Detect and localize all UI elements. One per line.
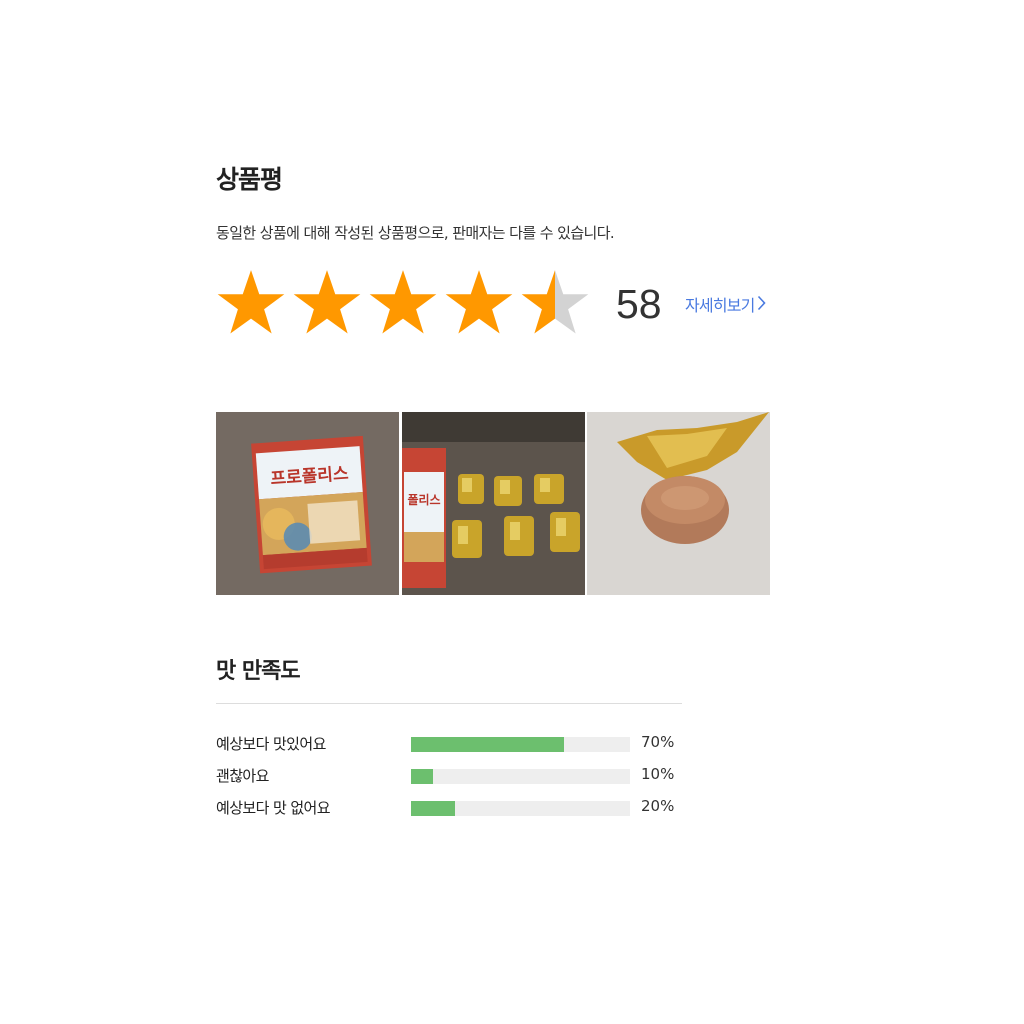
box-label: 폴리스 — [407, 492, 440, 507]
half-star-icon — [521, 270, 589, 334]
survey-bar-fill — [411, 769, 433, 784]
review-photo-strip: 프로폴리스 폴리스 — [216, 412, 772, 596]
star-icon — [217, 270, 285, 334]
star-icon — [293, 270, 361, 334]
review-title: 상품평 — [216, 165, 283, 194]
survey-percent: 70% — [641, 733, 675, 751]
review-photo-3[interactable] — [587, 412, 770, 595]
survey-row: 괜찮아요 10% — [216, 762, 686, 788]
survey-bar-fill — [411, 801, 455, 816]
survey-label: 예상보다 맛 없어요 — [216, 799, 331, 817]
survey-percent: 10% — [641, 765, 675, 783]
divider — [216, 703, 682, 704]
survey-label: 예상보다 맛있어요 — [216, 735, 326, 753]
survey-percent: 20% — [641, 797, 675, 815]
survey-label: 괜찮아요 — [216, 767, 269, 785]
review-photo-2[interactable]: 폴리스 — [402, 412, 585, 595]
survey-bar-track — [411, 801, 630, 816]
review-section: 상품평 동일한 상품에 대해 작성된 상품평으로, 판매자는 다를 수 있습니다… — [216, 160, 786, 817]
survey-bar-fill — [411, 737, 565, 752]
star-icon — [445, 270, 513, 334]
review-subtitle: 동일한 상품에 대해 작성된 상품평으로, 판매자는 다를 수 있습니다. — [216, 224, 615, 242]
taste-satisfaction-title: 맛 만족도 — [216, 659, 301, 684]
star-icon — [369, 270, 437, 334]
review-photo-1[interactable]: 프로폴리스 — [216, 412, 399, 595]
review-count: 58 — [616, 281, 662, 327]
view-more-label: 자세히보기 — [685, 296, 755, 315]
star-rating — [216, 268, 592, 340]
chevron-right-icon — [757, 295, 766, 315]
survey-row: 예상보다 맛있어요 70% — [216, 730, 686, 756]
survey-bar-track — [411, 737, 630, 752]
view-more-link[interactable]: 자세히보기 — [685, 292, 766, 316]
survey-row: 예상보다 맛 없어요 20% — [216, 794, 686, 820]
rating-summary: 58 자세히보기 — [216, 268, 786, 340]
survey-bar-track — [411, 769, 630, 784]
